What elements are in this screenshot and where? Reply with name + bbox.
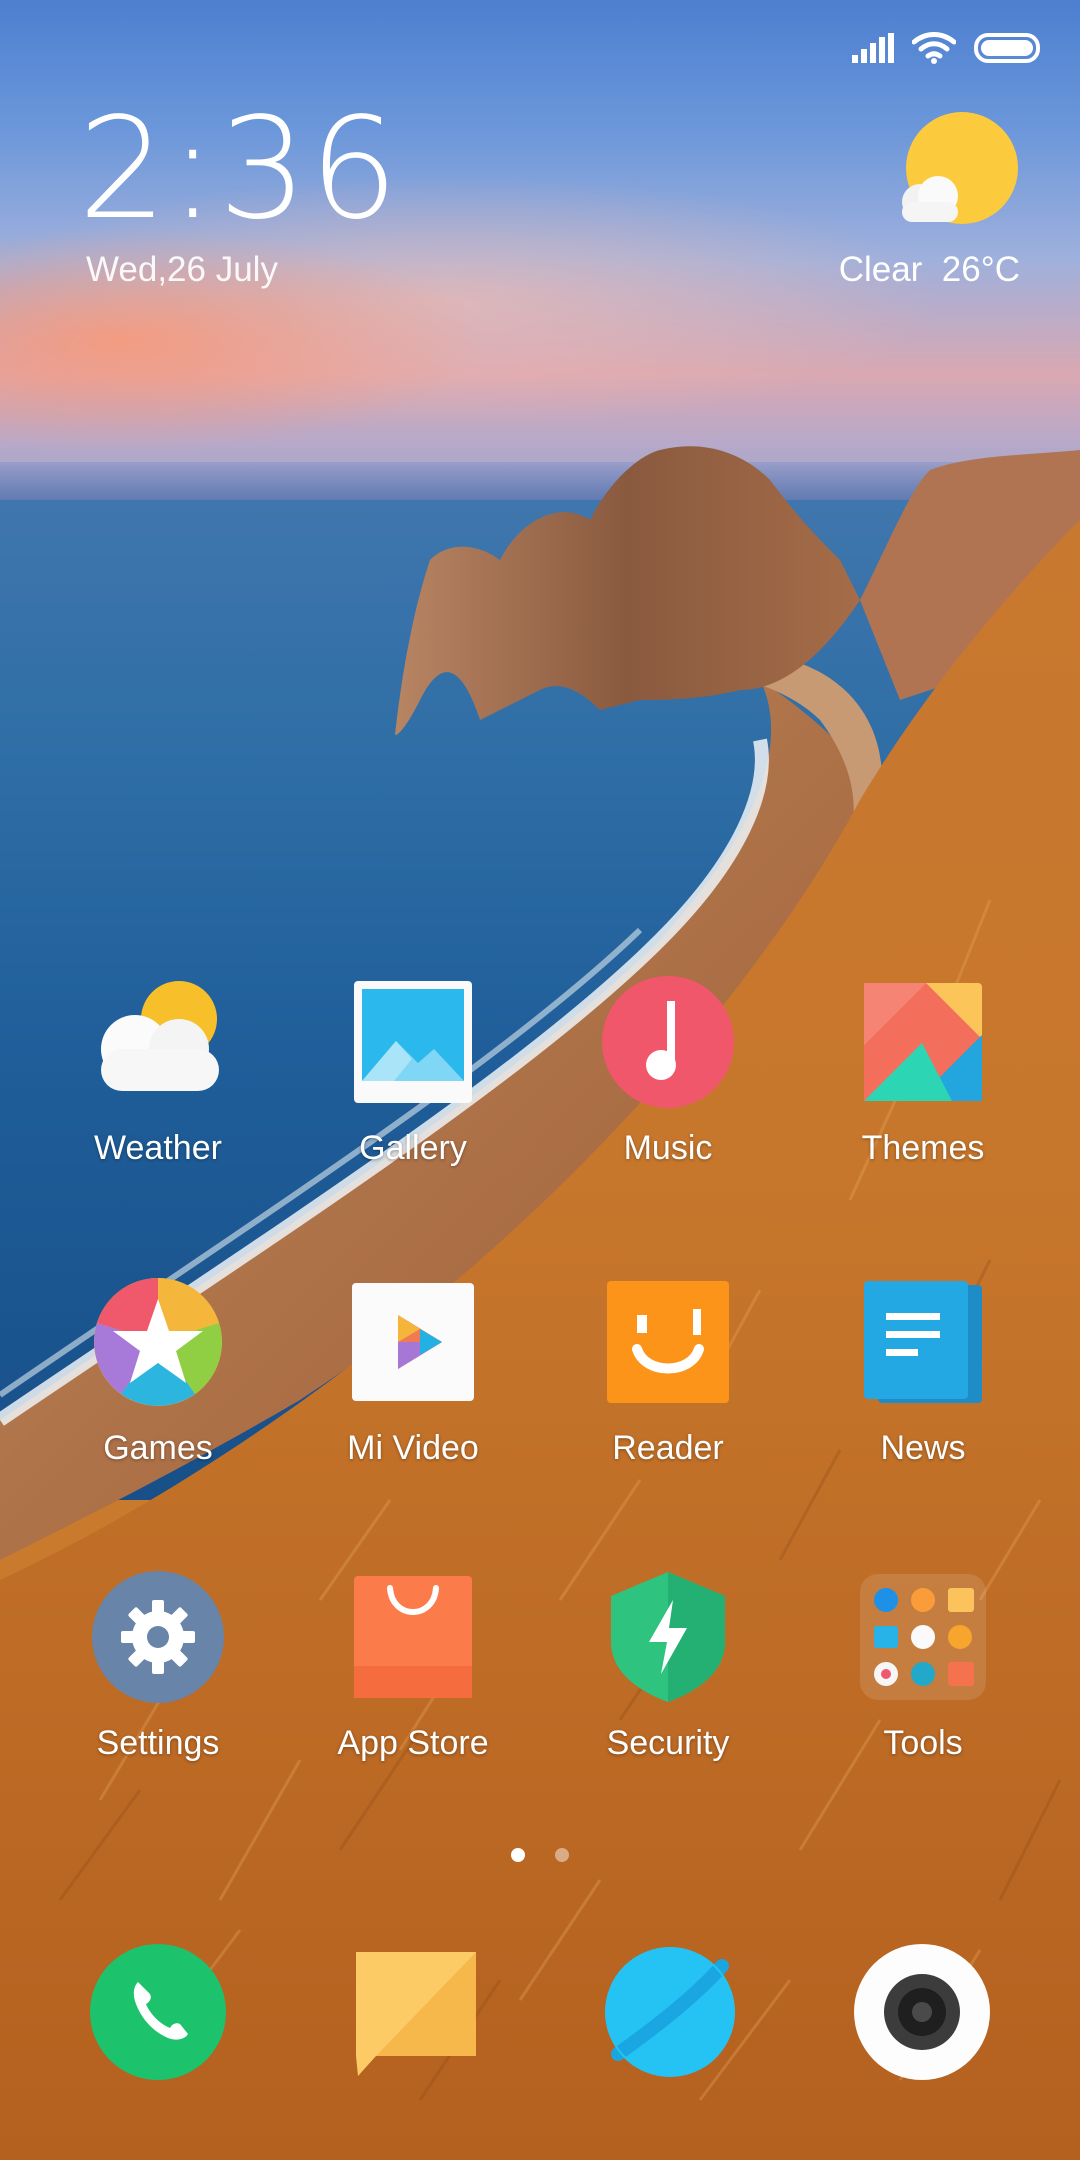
app-label: Reader (612, 1429, 724, 1467)
app-label: App Store (337, 1724, 489, 1762)
app-label: Games (103, 1429, 213, 1467)
app-label: News (880, 1429, 966, 1467)
signal-icon (852, 33, 894, 63)
app-themes[interactable]: Themes (798, 975, 1048, 1168)
weather-condition: Clear (838, 250, 923, 289)
weather-icon (91, 975, 225, 1109)
page-dot-active[interactable] (510, 1848, 525, 1862)
app-label: Tools (883, 1724, 963, 1762)
app-weather[interactable]: Weather (33, 975, 283, 1168)
page-dot[interactable] (555, 1848, 570, 1862)
wifi-icon (912, 32, 956, 64)
app-mi-video[interactable]: Mi Video (288, 1275, 538, 1468)
app-label: Music (623, 1129, 713, 1167)
app-label: Security (606, 1724, 730, 1762)
mi-video-icon (346, 1275, 480, 1409)
app-gallery[interactable]: Gallery (288, 975, 538, 1168)
app-app-store[interactable]: App Store (288, 1570, 538, 1763)
dock-camera-button[interactable] (852, 1942, 992, 2082)
app-store-icon (346, 1570, 480, 1704)
news-icon (856, 1275, 990, 1409)
app-games[interactable]: Games (33, 1275, 283, 1468)
weather-summary: Clear 26°C (839, 250, 1020, 290)
dock-messages-button[interactable] (350, 1942, 490, 2082)
page-indicator[interactable] (0, 1848, 1080, 1867)
app-music[interactable]: Music (543, 975, 793, 1168)
app-label: Settings (96, 1724, 220, 1762)
app-reader[interactable]: Reader (543, 1275, 793, 1468)
gallery-icon (346, 975, 480, 1109)
messages-icon (356, 1952, 476, 2076)
app-label: Mi Video (347, 1429, 479, 1467)
battery-icon (974, 33, 1040, 63)
app-news[interactable]: News (798, 1275, 1048, 1468)
app-security[interactable]: Security (543, 1570, 793, 1763)
browser-icon (605, 1947, 735, 2077)
tools-folder-icon (856, 1570, 990, 1704)
status-bar (852, 28, 1040, 68)
weather-temperature: 26°C (941, 250, 1020, 289)
settings-icon (91, 1570, 225, 1704)
clock-date[interactable]: Wed,26 July (86, 250, 278, 290)
themes-icon (856, 975, 990, 1109)
security-icon (601, 1570, 735, 1704)
clock-time[interactable]: 2:36 (78, 100, 400, 240)
phone-icon (90, 1944, 226, 2080)
music-icon (601, 975, 735, 1109)
reader-icon (601, 1275, 735, 1409)
camera-icon (854, 1944, 990, 2080)
app-tools-folder[interactable]: Tools (798, 1570, 1048, 1763)
app-label: Themes (861, 1129, 985, 1167)
dock-browser-button[interactable] (600, 1942, 740, 2082)
app-label: Weather (94, 1129, 222, 1167)
app-settings[interactable]: Settings (33, 1570, 283, 1763)
sun-cloud-icon (902, 112, 1018, 224)
dock-phone-button[interactable] (88, 1942, 228, 2082)
app-label: Gallery (359, 1129, 467, 1167)
games-icon (91, 1275, 225, 1409)
